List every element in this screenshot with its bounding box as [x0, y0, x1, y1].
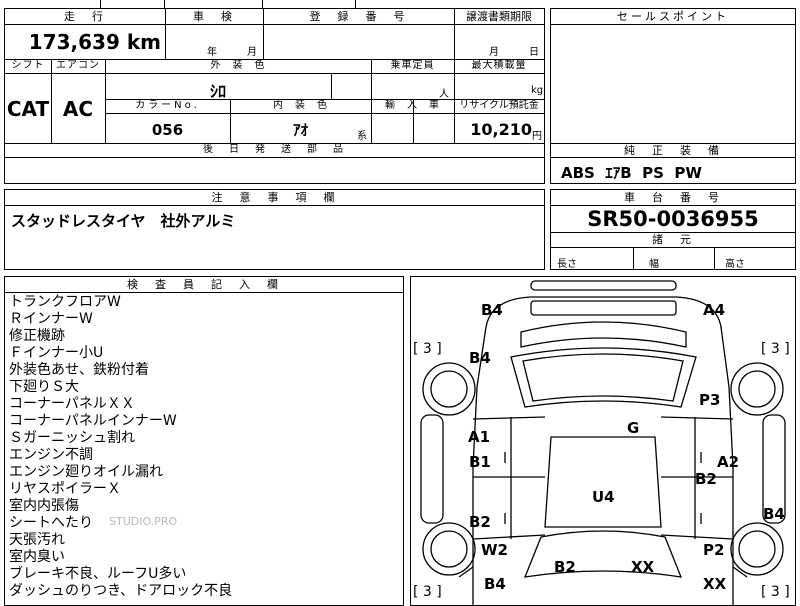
interior-color-value: ｱｵ — [292, 121, 308, 139]
transfer-month-unit: 月 — [489, 47, 499, 58]
inspector-note: Ｓガーニッシュ割れ — [9, 430, 135, 446]
capacity-header: 乗車定員 — [390, 60, 435, 71]
damage-mark-front-corner-right: XX — [703, 575, 727, 593]
tire-tread-bottom-left: [ 3 ] — [413, 584, 442, 600]
load-unit: kg — [531, 85, 544, 96]
caution-box: 注 意 事 項 欄 スタッドレスタイヤ 社外アルミ — [4, 189, 545, 270]
recycle-unit: 円 — [532, 131, 542, 142]
aircon-value: AC — [62, 97, 94, 121]
damage-mark-hood-right: XX — [631, 558, 655, 576]
length-label: 長さ — [557, 259, 577, 270]
damage-mark-rear-door-right-a: A2 — [717, 453, 740, 471]
inspector-note: ダッシュのりつき、ドアロック不良 — [9, 583, 233, 599]
tire-tread-top-left: [ 3 ] — [413, 341, 442, 357]
recycle-fee-value: 10,210 — [470, 120, 532, 139]
capacity-unit: 人 — [439, 89, 449, 100]
inspector-note: Ｆインナー小U — [9, 345, 104, 361]
interior-color-header: 内 装 色 — [273, 100, 328, 111]
shift-header: シフト — [11, 60, 45, 71]
inspector-note: エンジン不調 — [9, 447, 93, 463]
chassis-header: 車 台 番 号 — [624, 191, 722, 204]
inspector-note: 室内臭い — [9, 549, 65, 565]
caution-header: 注 意 事 項 欄 — [211, 191, 338, 204]
equipment-value: ABS ｴｱB PS PW — [561, 164, 702, 182]
inspector-note: エンジン廻りオイル漏れ — [9, 464, 163, 480]
inspector-notes-box: 検 査 員 記 入 欄 トランクフロアW ＲインナーW 修正機跡 Ｆインナー小U… — [4, 276, 404, 606]
damage-mark-front-corner-left: B4 — [484, 575, 506, 593]
inspector-note: 下廻りＳ大 — [9, 379, 79, 395]
aircon-header: エアコン — [56, 60, 100, 71]
inspector-note: 室内内張傷 — [9, 498, 79, 514]
shift-value: CAT — [6, 97, 50, 121]
chassis-number: SR50-0036955 — [587, 207, 759, 231]
inspector-note: ＲインナーW — [9, 311, 93, 327]
damage-mark-rear-quarter-left: B4 — [469, 349, 491, 367]
inspector-note: 修正機跡 — [9, 328, 65, 344]
inspection-header: 車 検 — [193, 10, 235, 23]
damage-mark-rear-door-left-a: A1 — [468, 428, 491, 446]
damage-mark-front-fender-left: W2 — [481, 541, 508, 559]
interior-suffix: 系 — [357, 131, 367, 142]
damage-mark-front-door-left: B2 — [469, 513, 491, 531]
watermark: STUDIO.PRO — [109, 515, 178, 528]
damage-mark-trunk-left: B4 — [481, 301, 503, 319]
later-parts-header: 後 日 発 送 部 品 — [203, 144, 346, 155]
inspector-header: 検 査 員 記 入 欄 — [127, 278, 281, 291]
inspector-note: 外装色あせ、鉄粉付着 — [9, 362, 149, 378]
mileage-header: 走 行 — [64, 10, 106, 23]
damage-mark-trunk-right: A4 — [703, 301, 726, 319]
inspector-note: シートへたり — [9, 515, 93, 531]
exterior-color-header: 外 装 色 — [210, 60, 266, 71]
import-car-header: 輸 入 車 — [385, 100, 440, 111]
width-label: 幅 — [649, 259, 659, 270]
inspector-note: コーナーパネルＸＸ — [9, 396, 135, 412]
color-no-header: カラーNo. — [135, 100, 200, 111]
damage-mark-hood-left: B2 — [554, 558, 576, 576]
inspection-month-unit: 月 — [247, 47, 257, 58]
damage-mark-rear-door-right-b: B2 — [695, 470, 717, 488]
damage-mark-front-fender-right: P2 — [703, 541, 725, 559]
transfer-deadline-header: 譲渡書類期限 — [466, 10, 532, 23]
max-load-header: 最大積載量 — [471, 60, 527, 71]
color-no-value: 056 — [151, 121, 184, 139]
sales-point-header: セールスポイント — [617, 10, 729, 23]
inspection-year-unit: 年 — [207, 47, 217, 58]
damage-mark-rear-glass: G — [627, 419, 640, 437]
height-label: 高さ — [725, 259, 745, 270]
tire-tread-top-right: [ 3 ] — [761, 341, 790, 357]
vehicle-info-sheet: 走 行 車 検 登 録 番 号 譲渡書類期限 173,639 km 年 月 月 … — [4, 8, 545, 184]
recycle-fee-header: リサイクル預託金 — [459, 100, 539, 111]
inspector-note: トランクフロアW — [9, 294, 121, 310]
inspector-note: ブレーキ不良、ルーフU多い — [9, 566, 187, 582]
tire-tread-bottom-right: [ 3 ] — [761, 584, 790, 600]
dims-header: 諸 元 — [652, 233, 694, 246]
transfer-day-unit: 日 — [529, 47, 539, 58]
chassis-box: 車 台 番 号 SR50-0036955 諸 元 長さ 幅 高さ — [550, 189, 796, 270]
equipment-header: 純 正 装 備 — [624, 144, 722, 157]
inspector-note: 天張汚れ — [9, 532, 65, 548]
damage-mark-rear-door-left-b: B1 — [469, 453, 491, 471]
sales-point-box: セールスポイント 純 正 装 備 ABS ｴｱB PS PW — [550, 8, 796, 184]
damage-mark-rear-quarter-right: P3 — [699, 391, 721, 409]
mileage-value: 173,639 km — [28, 30, 161, 54]
damage-mark-rocker-right: B4 — [763, 505, 785, 523]
registration-header: 登 録 番 号 — [309, 10, 408, 23]
inspector-note: コーナーパネルインナーW — [9, 413, 177, 429]
caution-text: スタッドレスタイヤ 社外アルミ — [11, 212, 236, 230]
inspector-note: リヤスポイラーＸ — [9, 481, 121, 497]
damage-mark-roof: U4 — [592, 488, 615, 506]
car-damage-diagram: [ 3 ] [ 3 ] [ 3 ] [ 3 ] B4 A4 B4 P3 G A1… — [410, 276, 796, 606]
